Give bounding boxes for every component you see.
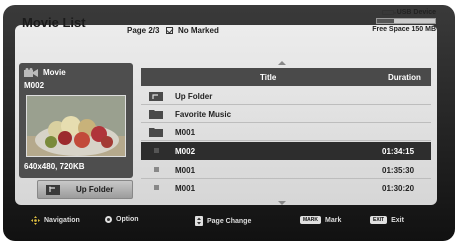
mark-key-icon: MARK xyxy=(300,216,321,224)
item-duration: 01:30:20 xyxy=(382,184,415,193)
item-title: M001 xyxy=(175,184,196,193)
mark-label: Mark xyxy=(325,216,342,224)
free-space-label: Free Space 150 MB xyxy=(372,26,436,33)
footer-exit[interactable]: EXIT Exit xyxy=(370,216,404,224)
preview-panel: Movie M002 640x480, 720KB Up Folder xyxy=(19,63,133,199)
list-item[interactable]: M001 01:30:20 xyxy=(141,179,431,197)
movie-file-icon xyxy=(154,185,159,190)
item-title: M002 xyxy=(175,147,196,156)
item-duration: 01:34:15 xyxy=(382,147,415,156)
list-header: Title Duration xyxy=(141,68,431,86)
up-folder-button[interactable]: Up Folder xyxy=(37,180,133,199)
page-status: Page 2/3 No Marked xyxy=(127,26,219,35)
list-item[interactable]: Favorite Music xyxy=(141,105,431,123)
preview-box: Movie M002 640x480, 720KB xyxy=(19,63,133,178)
item-title: Up Folder xyxy=(175,92,213,101)
preview-resolution-size: 640x480, 720KB xyxy=(24,162,85,171)
scroll-up-icon[interactable] xyxy=(278,61,286,65)
movie-icon xyxy=(24,68,38,77)
navigation-label: Navigation xyxy=(44,217,80,224)
page-title: Movie List xyxy=(22,15,86,30)
footer-bar: Navigation Option Page Change MARK Mark … xyxy=(15,207,437,235)
up-folder-icon xyxy=(149,92,163,101)
exit-label: Exit xyxy=(391,216,404,224)
item-title: Favorite Music xyxy=(175,110,232,119)
usb-status: USB Device Free Space 150 MB xyxy=(372,9,436,33)
up-folder-icon xyxy=(46,185,60,195)
file-list: Title Duration Up Folder Favorite Music … xyxy=(141,61,431,205)
preview-thumbnail xyxy=(26,95,126,157)
check-icon xyxy=(165,27,173,34)
item-title: M001 xyxy=(175,166,196,175)
footer-navigation: Navigation xyxy=(31,216,80,225)
folder-icon xyxy=(149,110,163,119)
item-title: M001 xyxy=(175,128,196,137)
ok-button-icon xyxy=(105,216,112,223)
navigation-arrows-icon xyxy=(31,216,40,225)
movie-file-icon xyxy=(154,167,159,172)
preview-type-label: Movie xyxy=(43,68,66,77)
marked-status: No Marked xyxy=(177,26,219,35)
page-change-label: Page Change xyxy=(207,217,252,225)
movie-file-icon xyxy=(154,148,159,153)
preview-filename: M002 xyxy=(24,81,45,90)
footer-mark[interactable]: MARK Mark xyxy=(300,216,341,224)
usb-space-fill xyxy=(377,19,395,23)
list-item[interactable]: Up Folder xyxy=(141,87,431,105)
exit-key-icon: EXIT xyxy=(370,216,388,224)
column-duration: Duration xyxy=(388,73,421,82)
footer-page-change[interactable]: Page Change xyxy=(195,216,251,226)
folder-icon xyxy=(149,128,163,137)
page-change-icon xyxy=(195,216,203,226)
usb-space-bar xyxy=(376,18,436,24)
usb-icon xyxy=(381,10,396,15)
footer-option[interactable]: Option xyxy=(105,216,139,223)
list-item-selected[interactable]: M002 01:34:15 xyxy=(141,142,431,160)
usb-device-label: USB Device xyxy=(396,9,436,16)
list-item[interactable]: M001 01:35:30 xyxy=(141,161,431,179)
item-duration: 01:35:30 xyxy=(382,166,415,175)
scroll-down-icon[interactable] xyxy=(278,201,286,205)
option-label: Option xyxy=(116,216,139,223)
page-indicator: Page 2/3 xyxy=(127,26,160,35)
column-title: Title xyxy=(260,73,277,82)
up-folder-label: Up Folder xyxy=(76,185,114,194)
list-item[interactable]: M001 xyxy=(141,123,431,141)
